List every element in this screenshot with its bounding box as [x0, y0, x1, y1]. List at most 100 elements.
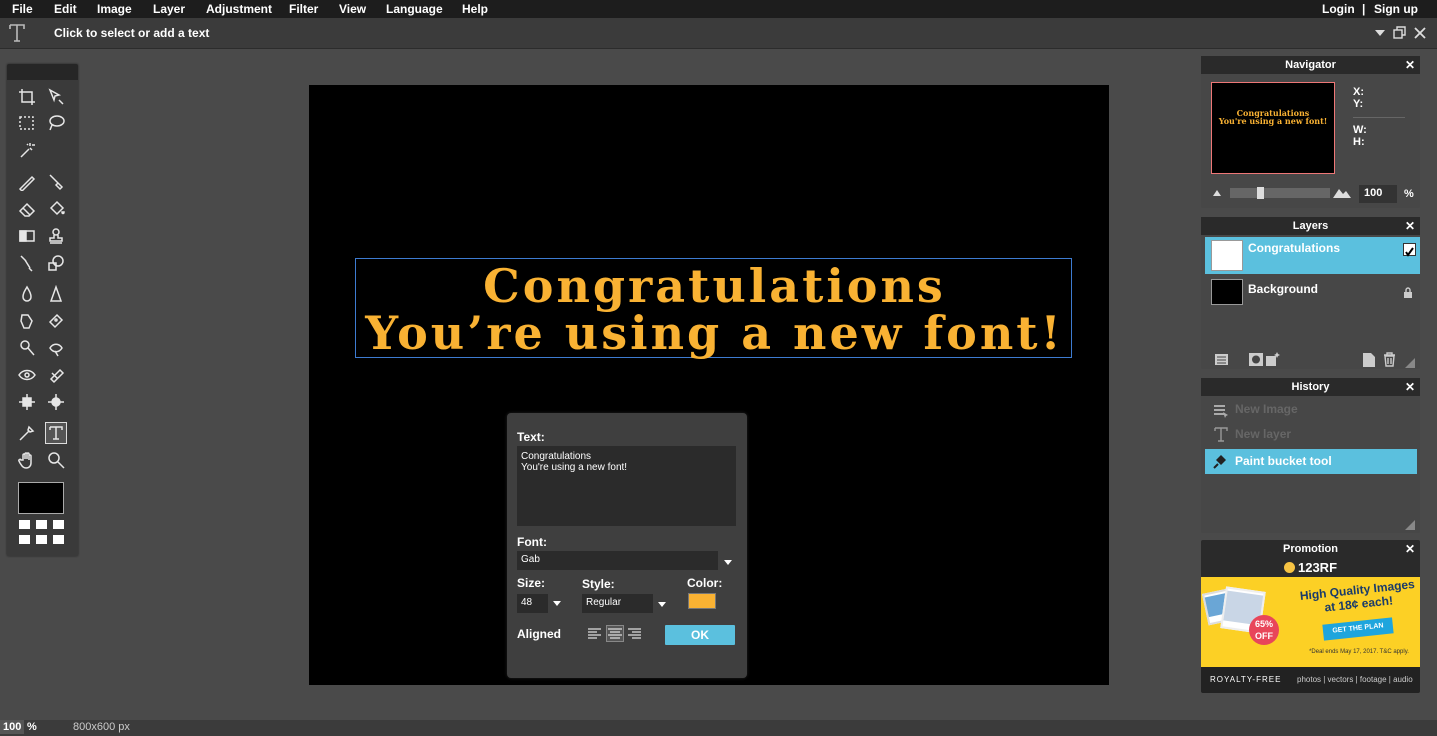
toolbox-header[interactable]: [7, 64, 78, 80]
size-dropdown-icon[interactable]: [553, 601, 561, 606]
menu-layer[interactable]: Layer: [153, 2, 185, 16]
layer-settings-icon[interactable]: [1215, 353, 1228, 366]
blur-tool-icon[interactable]: [16, 283, 38, 305]
layers-close-icon[interactable]: ✕: [1405, 217, 1415, 235]
lasso-tool-icon[interactable]: [45, 112, 67, 134]
history-header[interactable]: History ✕: [1201, 378, 1420, 396]
menu-filter[interactable]: Filter: [289, 2, 318, 16]
signup-link[interactable]: Sign up: [1374, 2, 1418, 16]
zoom-in-icon[interactable]: [1333, 185, 1351, 198]
resize-handle-icon[interactable]: [1405, 355, 1415, 368]
menu-edit[interactable]: Edit: [54, 2, 77, 16]
color-replace-icon[interactable]: [16, 252, 38, 274]
promo-brand-bar[interactable]: 123RF: [1201, 558, 1420, 577]
pencil-tool-icon[interactable]: [16, 171, 38, 193]
brand-logo-icon: [1283, 562, 1295, 573]
size-select[interactable]: 48: [517, 594, 548, 613]
align-center-icon[interactable]: [606, 625, 624, 642]
history-item-selected[interactable]: Paint bucket tool: [1205, 449, 1417, 474]
h-label: H:: [1353, 136, 1365, 148]
font-dropdown-icon[interactable]: [724, 560, 732, 565]
zoom-slider[interactable]: [1230, 187, 1330, 199]
brush-tool-icon[interactable]: [45, 171, 67, 193]
shape-tool-icon[interactable]: [45, 252, 67, 274]
promo-banner[interactable]: 65% OFF High Quality Images at 18¢ each!…: [1201, 577, 1420, 667]
crop-tool-icon[interactable]: [16, 86, 38, 108]
style-dropdown-icon[interactable]: [658, 602, 666, 607]
navigator-header[interactable]: Navigator ✕: [1201, 56, 1420, 74]
eraser-tool-icon[interactable]: [16, 198, 38, 220]
menu-view[interactable]: View: [339, 2, 366, 16]
restore-icon[interactable]: [1393, 26, 1407, 40]
menu-language[interactable]: Language: [386, 2, 443, 16]
visibility-checkbox[interactable]: [1403, 243, 1416, 257]
history-item[interactable]: New layer: [1205, 422, 1417, 446]
zoom-input[interactable]: 100: [1359, 185, 1397, 203]
menu-image[interactable]: Image: [97, 2, 132, 16]
hand-tool-icon[interactable]: [16, 449, 38, 471]
paint-bucket-icon[interactable]: [45, 198, 67, 220]
primary-color-swatch[interactable]: [18, 482, 64, 514]
layers-header[interactable]: Layers ✕: [1201, 217, 1420, 235]
sponge-tool-icon[interactable]: [45, 310, 67, 332]
text-dialog: Text: Congratulations You're using a new…: [507, 413, 747, 678]
smudge-tool-icon[interactable]: [16, 310, 38, 332]
ok-button[interactable]: OK: [665, 625, 735, 645]
zoom-tool-icon[interactable]: [45, 449, 67, 471]
get-plan-button[interactable]: GET THE PLAN: [1322, 617, 1394, 641]
type-tool-icon[interactable]: [45, 422, 67, 444]
menu-adjustment[interactable]: Adjustment: [206, 2, 272, 16]
tool-options-bar: Click to select or add a text: [0, 18, 1437, 49]
history-item[interactable]: New Image: [1205, 397, 1417, 421]
grid-view-icon[interactable]: [19, 520, 67, 546]
move-tool-icon[interactable]: [45, 86, 67, 108]
align-right-icon[interactable]: [627, 626, 642, 641]
new-layer-icon[interactable]: [1363, 353, 1375, 367]
text-input[interactable]: Congratulations You're using a new font!: [517, 446, 736, 526]
resize-handle-icon[interactable]: [1405, 517, 1415, 530]
navigator-title: Navigator: [1285, 59, 1336, 71]
font-select[interactable]: Gab: [517, 551, 718, 570]
promotion-header[interactable]: Promotion ✕: [1201, 540, 1420, 558]
dodge-tool-icon[interactable]: [16, 337, 38, 359]
text-color-swatch[interactable]: [688, 593, 716, 609]
align-left-icon[interactable]: [587, 626, 602, 641]
menu-help[interactable]: Help: [462, 2, 488, 16]
sharpen-tool-icon[interactable]: [45, 283, 67, 305]
marquee-tool-icon[interactable]: [16, 112, 38, 134]
pinch-tool-icon[interactable]: [16, 391, 38, 413]
style-select[interactable]: Regular: [582, 594, 653, 613]
navigator-close-icon[interactable]: ✕: [1405, 56, 1415, 74]
promo-footer: ROYALTY-FREE photos | vectors | footage …: [1201, 667, 1420, 693]
spot-heal-icon[interactable]: [45, 391, 67, 413]
layer-row[interactable]: Congratulations: [1205, 237, 1420, 274]
text-layer-bounding-box[interactable]: Congratulations You’re using a new font!: [355, 258, 1072, 358]
history-close-icon[interactable]: ✕: [1405, 378, 1415, 396]
color-picker-icon[interactable]: [16, 422, 38, 444]
zoom-out-icon[interactable]: [1213, 190, 1221, 196]
gradient-tool-icon[interactable]: [16, 225, 38, 247]
layer-mask-icon[interactable]: [1249, 353, 1263, 366]
zoom-level[interactable]: 100: [0, 720, 25, 734]
login-link[interactable]: Login: [1322, 2, 1355, 16]
menu-file[interactable]: File: [12, 2, 33, 16]
layers-title: Layers: [1292, 220, 1329, 232]
text-label: Text:: [517, 430, 545, 444]
bloat-tool-icon[interactable]: [45, 364, 67, 386]
navigator-thumbnail[interactable]: Congratulations You're using a new font!: [1211, 82, 1335, 174]
canvas-text-line-2: You’re using a new font!: [365, 306, 1064, 360]
layer-effects-icon[interactable]: [1265, 351, 1281, 367]
delete-layer-icon[interactable]: [1383, 352, 1396, 367]
burn-tool-icon[interactable]: [45, 337, 67, 359]
promotion-close-icon[interactable]: ✕: [1405, 540, 1415, 558]
clone-stamp-icon[interactable]: [45, 225, 67, 247]
close-icon[interactable]: [1413, 26, 1427, 40]
red-eye-tool-icon[interactable]: [16, 364, 38, 386]
zoom-slider-handle[interactable]: [1256, 187, 1264, 199]
magic-wand-icon[interactable]: [16, 139, 38, 161]
navigator-divider: [1353, 117, 1405, 118]
dropdown-icon[interactable]: [1375, 30, 1385, 36]
w-label: W:: [1353, 124, 1367, 136]
document-size: 800x600 px: [73, 721, 130, 733]
layer-row[interactable]: Background: [1205, 276, 1420, 313]
